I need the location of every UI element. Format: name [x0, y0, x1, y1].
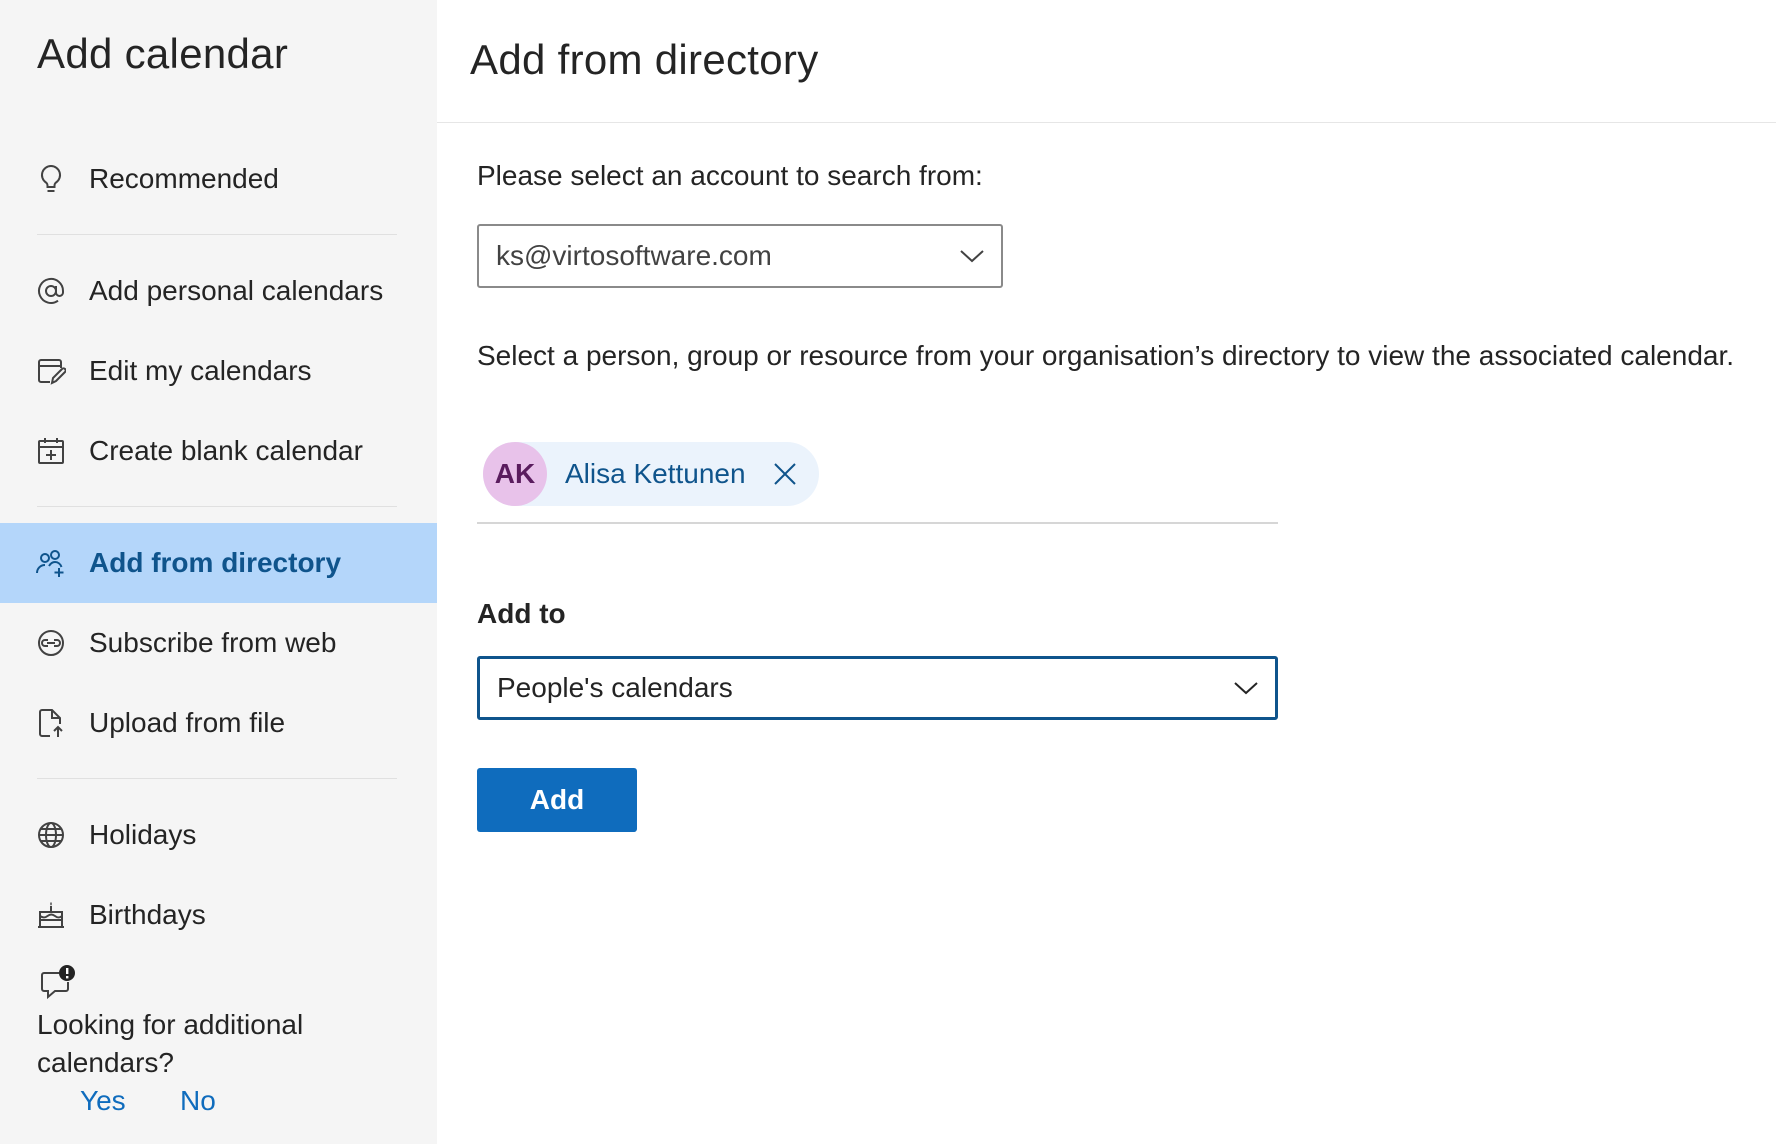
people-add-icon: [35, 547, 67, 579]
file-upload-icon: [35, 707, 67, 739]
add-button[interactable]: Add: [477, 768, 637, 832]
selected-person-chip[interactable]: AK Alisa Kettunen: [483, 442, 819, 506]
lightbulb-icon: [35, 163, 67, 195]
sidebar-item-subscribe-from-web[interactable]: Subscribe from web: [0, 603, 437, 683]
account-select-value: ks@virtosoftware.com: [496, 240, 772, 271]
sidebar-item-add-from-directory[interactable]: Add from directory: [0, 523, 437, 603]
edit-calendar-icon: [35, 355, 67, 387]
avatar: AK: [483, 442, 547, 506]
feedback-no-link[interactable]: No: [180, 1085, 216, 1117]
sidebar-item-add-personal-calendars[interactable]: Add personal calendars: [0, 251, 437, 331]
sidebar-item-edit-my-calendars[interactable]: Edit my calendars: [0, 331, 437, 411]
sidebar-item-birthdays[interactable]: Birthdays: [0, 875, 437, 955]
globe-icon: [35, 819, 67, 851]
sidebar-title: Add calendar: [37, 30, 289, 77]
directory-description: Select a person, group or resource from …: [477, 340, 1735, 371]
link-circle-icon: [35, 627, 67, 659]
at-sign-icon: [35, 275, 67, 307]
sidebar: Add calendar Recommended Add personal ca…: [0, 0, 437, 1144]
chevron-down-icon: [1233, 680, 1259, 696]
sidebar-divider: [37, 234, 397, 235]
sidebar-divider: [37, 506, 397, 507]
sidebar-item-label: Holidays: [89, 819, 197, 850]
sidebar-item-create-blank-calendar[interactable]: Create blank calendar: [0, 411, 437, 491]
feedback-yes-link[interactable]: Yes: [80, 1085, 126, 1117]
main-panel: Add from directory Please select an acco…: [437, 0, 1776, 1144]
sidebar-item-label: Upload from file: [89, 707, 286, 738]
selected-person-name: Alisa Kettunen: [565, 458, 746, 489]
chevron-down-icon: [959, 248, 985, 264]
header-divider: [437, 122, 1776, 123]
sidebar-item-holidays[interactable]: Holidays: [0, 795, 437, 875]
cake-icon: [35, 899, 67, 931]
add-to-select[interactable]: People's calendars: [477, 656, 1278, 720]
page-title: Add from directory: [470, 36, 819, 83]
account-select[interactable]: ks@virtosoftware.com: [477, 224, 1003, 288]
sidebar-item-label: Add personal calendars: [89, 275, 384, 306]
sidebar-item-label: Add from directory: [89, 547, 342, 578]
sidebar-item-upload-from-file[interactable]: Upload from file: [0, 683, 437, 763]
sidebar-item-recommended[interactable]: Recommended: [0, 139, 437, 219]
sidebar-item-label: Birthdays: [89, 899, 206, 930]
close-icon[interactable]: [771, 460, 799, 488]
calendar-add-icon: [35, 435, 67, 467]
sidebar-item-label: Recommended: [89, 163, 279, 194]
sidebar-item-label: Create blank calendar: [89, 435, 363, 466]
sidebar-item-label: Subscribe from web: [89, 627, 337, 658]
account-prompt-label: Please select an account to search from:: [477, 160, 983, 191]
sidebar-divider: [37, 778, 397, 779]
feedback-question: Looking for additional calendars?: [37, 1009, 304, 1078]
add-to-select-value: People's calendars: [497, 672, 733, 703]
add-to-label: Add to: [477, 598, 566, 629]
sidebar-item-label: Edit my calendars: [89, 355, 312, 386]
people-picker-underline: [477, 522, 1278, 524]
chat-alert-icon: [39, 964, 77, 1002]
